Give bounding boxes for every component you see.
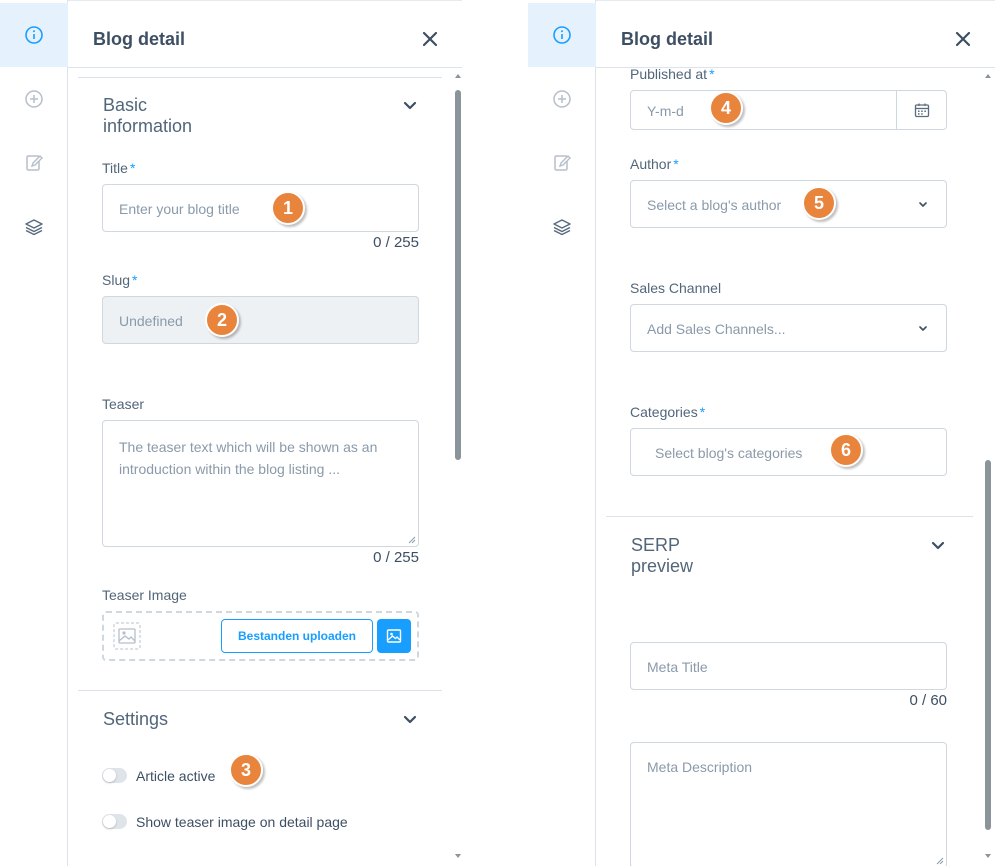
rail-tab-info[interactable] [528,3,596,67]
chevron-down-icon [919,326,927,331]
show-teaser-image-label: Show teaser image on detail page [136,814,348,830]
resize-handle-icon[interactable] [408,536,416,544]
title-input[interactable]: Enter your blog title [102,184,419,232]
rail-tab-add[interactable] [0,67,68,131]
plus-circle-icon [553,90,571,108]
scrollbar-thumb[interactable] [455,90,461,460]
scroll-up-arrow[interactable] [985,74,991,78]
annotation-badge: 2 [205,303,239,337]
categories-label: Categories * [630,404,706,420]
title-counter: 0 / 255 [373,234,419,251]
article-active-label: Article active [136,768,216,784]
rail-tab-info[interactable] [0,3,68,67]
close-icon[interactable] [422,31,438,47]
author-select[interactable]: Select a blog's author [630,180,947,228]
blog-detail-panel-right: Blog detail Published at * Y-m-d 4 Author… [528,0,995,866]
published-at-label: Published at * [630,66,715,82]
title-label: Title * [102,160,136,176]
layers-icon [553,219,571,236]
author-label: Author * [630,156,679,172]
sales-channel-label: Sales Channel [630,280,722,296]
rail-tab-add[interactable] [528,67,596,131]
categories-select[interactable]: Select blog's categories [630,428,947,476]
upload-files-button[interactable]: Bestanden uploaden [221,619,373,653]
slug-label: Slug * [102,272,138,288]
image-icon [386,629,402,643]
layers-icon [25,219,43,236]
section-divider [606,516,973,517]
chevron-down-icon[interactable] [403,715,417,725]
edit-icon [554,155,571,171]
scrollbar-thumb[interactable] [985,460,991,830]
calendar-button[interactable] [896,91,946,129]
section-title-serp-preview: SERP preview [631,535,694,576]
teaser-image-label: Teaser Image [102,587,187,603]
info-icon [25,26,43,44]
rail-tab-layers[interactable] [0,195,68,259]
meta-title-input[interactable]: Meta Title [630,642,947,690]
annotation-badge: 6 [829,433,863,467]
panel-header: Blog detail [68,0,462,68]
article-active-toggle[interactable] [102,768,127,783]
meta-title-counter: 0 / 60 [909,692,947,709]
close-icon[interactable] [955,31,971,47]
annotation-badge: 5 [802,186,836,220]
teaser-label: Teaser [102,396,145,412]
calendar-icon [914,103,929,118]
chevron-down-icon[interactable] [931,541,945,551]
show-teaser-image-toggle[interactable] [102,814,127,829]
meta-description-textarea[interactable]: Meta Description [630,742,947,866]
panel-header: Blog detail [596,0,995,68]
section-divider [78,690,442,691]
sidebar-rail [0,0,68,866]
published-at-datepicker[interactable]: Y-m-d [630,90,947,130]
rail-tab-edit[interactable] [528,131,596,195]
scroll-down-arrow[interactable] [985,854,991,858]
sidebar-rail [528,0,596,866]
panel-title: Blog detail [93,29,186,49]
rail-tab-layers[interactable] [528,195,596,259]
sales-channel-select[interactable]: Add Sales Channels... [630,304,947,352]
panel-title: Blog detail [621,29,714,49]
plus-circle-icon [25,90,43,108]
media-picker-button[interactable] [377,619,411,653]
teaser-counter: 0 / 255 [373,549,419,566]
teaser-image-dropzone[interactable]: Bestanden uploaden [102,611,419,661]
panel-body: Published at * Y-m-d 4 Author * Select a b… [596,66,995,866]
image-icon [113,622,141,650]
resize-handle-icon[interactable] [936,857,944,865]
rail-tab-edit[interactable] [0,131,68,195]
scroll-down-arrow[interactable] [455,854,461,858]
blog-detail-panel-left: Blog detail Basic information Title * Ent… [0,0,462,866]
annotation-badge: 4 [709,91,743,125]
section-divider [78,77,442,78]
slug-input: Undefined [102,296,419,344]
chevron-down-icon [919,202,927,207]
section-title-basic-info: Basic information [103,95,193,136]
teaser-textarea[interactable]: The teaser text which will be shown as a… [102,420,419,547]
annotation-badge: 3 [229,753,263,787]
edit-icon [26,155,43,171]
info-icon [553,26,571,44]
section-title-settings: Settings [103,709,169,729]
chevron-down-icon[interactable] [403,101,417,111]
scroll-up-arrow[interactable] [455,74,461,78]
annotation-badge: 1 [271,191,305,225]
panel-body: Basic information Title * Enter your blog… [68,68,462,866]
